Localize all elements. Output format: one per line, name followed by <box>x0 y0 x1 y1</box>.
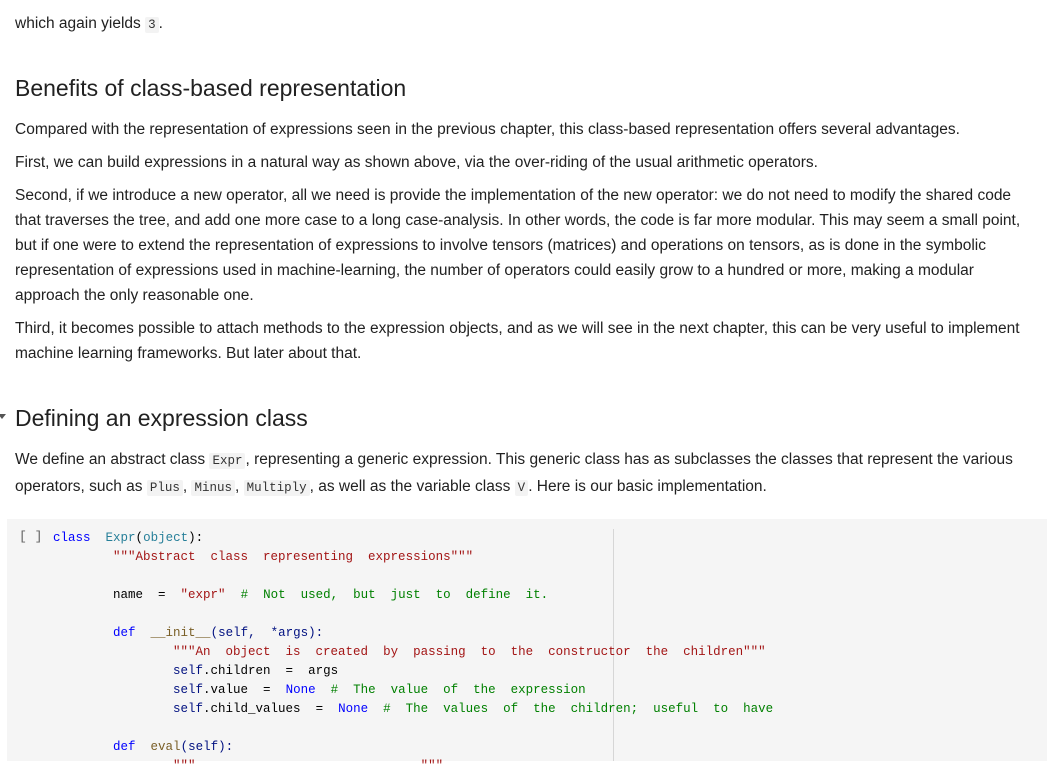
code-editor[interactable]: class Expr(object): """Abstract class re… <box>53 529 773 776</box>
inline-code: 3 <box>145 17 159 33</box>
section-heading-benefits: Benefits of class-based representation <box>15 75 407 101</box>
inline-code: Plus <box>146 480 183 496</box>
run-cell-button[interactable]: [ ] <box>19 529 42 544</box>
intro-paragraph: which again yields 3. <box>15 15 163 33</box>
collapse-section-icon[interactable] <box>0 414 6 419</box>
inline-code: Minus <box>191 480 235 496</box>
paragraph: Compared with the representation of expr… <box>15 121 960 138</box>
text-cell-defining: Defining an expression class We define a… <box>15 403 1035 501</box>
inline-code: Expr <box>209 453 246 469</box>
paragraph: Third, it becomes possible to attach met… <box>15 320 1020 362</box>
paragraph: Second, if we introduce a new operator, … <box>15 187 1021 304</box>
code-cell[interactable]: [ ] class Expr(object): """Abstract clas… <box>7 519 1047 773</box>
paragraph: We define an abstract class Expr, repres… <box>15 451 1013 496</box>
inline-code: V <box>514 480 529 496</box>
inline-code: Multiply <box>243 480 310 496</box>
text-cell-intro: which again yields 3. <box>15 11 1035 38</box>
section-heading-defining: Defining an expression class <box>15 405 308 431</box>
paragraph: First, we can build expressions in a nat… <box>15 154 818 171</box>
text-cell-benefits: Benefits of class-based representation C… <box>15 73 1035 366</box>
